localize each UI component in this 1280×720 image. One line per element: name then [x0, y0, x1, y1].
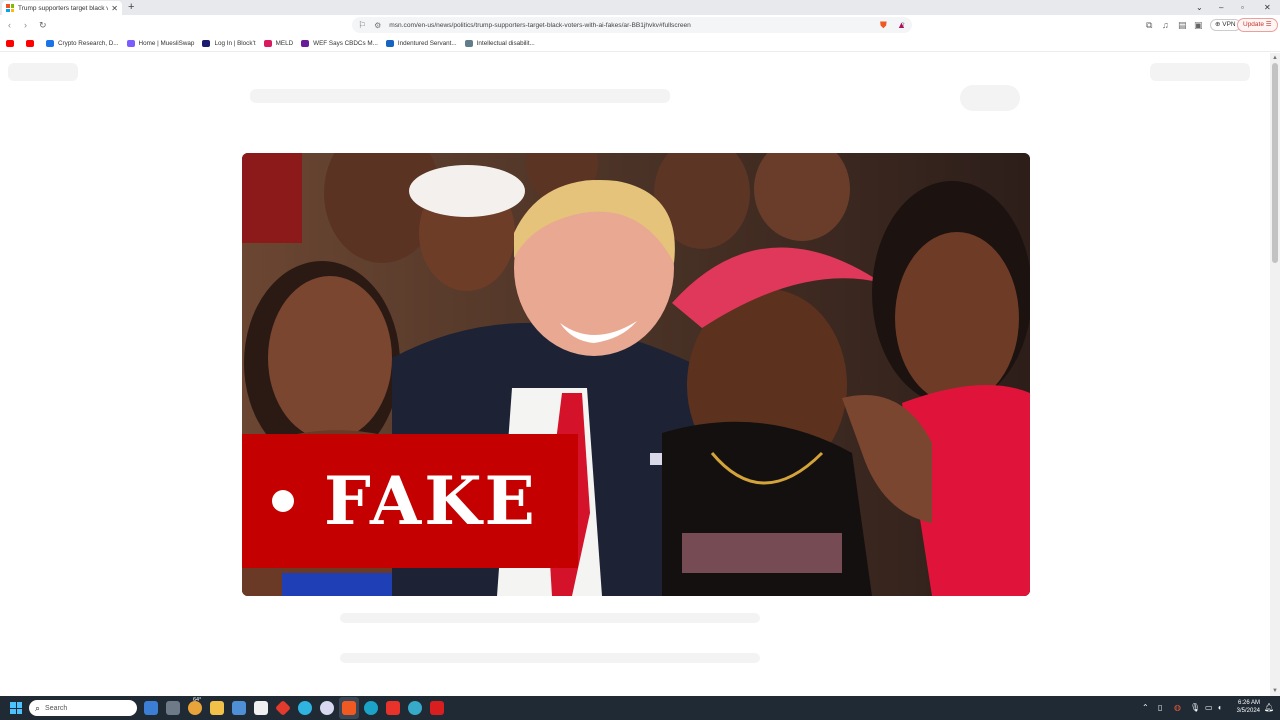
- bookmark-favicon-icon: [385, 39, 394, 47]
- brave-shield-icon[interactable]: ⛊: [880, 19, 887, 31]
- extensions-icon[interactable]: ⧉: [1146, 19, 1152, 31]
- bookmark-item[interactable]: MELD: [263, 39, 294, 47]
- chrome-canary-icon[interactable]: [298, 701, 312, 715]
- bookmark-favicon-icon: [46, 39, 54, 47]
- bookmark-label: Log In | Block’t: [214, 39, 256, 47]
- site-info-icon[interactable]: ⚙: [374, 21, 381, 30]
- store-icon[interactable]: [254, 701, 268, 715]
- tab-search-icon[interactable]: ⌄: [1196, 0, 1203, 15]
- address-bar[interactable]: ⚐ ⚙ msn.com/en-us/news/politics/trump-su…: [352, 17, 912, 33]
- brave-icon[interactable]: [342, 701, 356, 715]
- bookmarks-bar: Crypto Research, D... Home | MuesliSwap Lo…: [0, 35, 1280, 52]
- microphone-icon[interactable]: 🎙︎: [1190, 701, 1200, 715]
- bookmark-item[interactable]: Home | MuesliSwap: [126, 39, 195, 47]
- minimize-icon[interactable]: –: [1219, 0, 1223, 15]
- bookmark-item[interactable]: Intellectual disabilit...: [464, 39, 535, 47]
- tray-overflow-icon[interactable]: ⌃: [1142, 701, 1149, 715]
- bookmark-favicon-icon: [202, 39, 211, 47]
- new-tab-icon[interactable]: +: [128, 0, 134, 14]
- usb-icon[interactable]: ▯: [1158, 701, 1162, 715]
- close-tab-icon[interactable]: ✕: [111, 4, 118, 13]
- brave-beta-icon[interactable]: [386, 701, 400, 715]
- bookmark-label: MELD: [275, 39, 294, 47]
- forward-icon[interactable]: ›: [24, 18, 27, 32]
- back-icon[interactable]: ‹: [8, 18, 11, 32]
- task-view-icon[interactable]: [166, 701, 180, 715]
- bookmark-favicon-icon: [301, 39, 310, 47]
- reload-icon[interactable]: ↻: [39, 18, 47, 32]
- windows-taskbar: ⌕ Search 64° ⌃ ▯ ◍ 🎙︎ ▭ ◖ 6:26 AM 3/5/20…: [0, 696, 1280, 720]
- bullet-dot-icon: [272, 490, 294, 512]
- bookmark-favicon-icon: [263, 39, 272, 47]
- widgets-icon[interactable]: [144, 701, 158, 715]
- edge-dev-icon[interactable]: [408, 701, 422, 715]
- volume-icon[interactable]: ◖: [1217, 701, 1222, 715]
- bookmark-label: WEF Says CBDCs M...: [313, 39, 378, 47]
- bookmark-item[interactable]: [26, 39, 38, 47]
- network-icon[interactable]: ▭: [1205, 701, 1213, 715]
- bookmark-label: Crypto Research, D...: [58, 39, 119, 47]
- tab-title: Trump supporters target black vo: [18, 4, 109, 12]
- bookmark-item[interactable]: Indentured Servant...: [385, 39, 457, 47]
- bookmark-icon[interactable]: ⚐: [358, 20, 366, 31]
- bookmark-favicon-icon: [126, 39, 135, 47]
- browser-toolbar: ‹ › ↻ ⚐ ⚙ msn.com/en-us/news/politics/tr…: [0, 15, 1280, 35]
- ghost-nav: [250, 89, 670, 103]
- bookmark-label: Home | MuesliSwap: [138, 39, 195, 47]
- ghost-caption-2: [340, 653, 760, 663]
- git-icon[interactable]: [275, 700, 291, 716]
- notifications-icon[interactable]: 🔔︎: [1264, 701, 1274, 715]
- windows-logo-icon: [6, 4, 14, 12]
- system-clock[interactable]: 6:26 AM 3/5/2024: [1232, 699, 1260, 715]
- tab-active[interactable]: Trump supporters target black vo ✕: [2, 1, 122, 15]
- itunes-icon[interactable]: [320, 701, 334, 715]
- security-icon[interactable]: ◍: [1174, 701, 1181, 715]
- bookmark-favicon-icon: [26, 39, 34, 47]
- close-window-icon[interactable]: ✕: [1264, 0, 1271, 15]
- fake-label-text: FAKE: [324, 462, 538, 540]
- bookmark-label: Intellectual disabilit...: [476, 39, 535, 47]
- url-text[interactable]: msn.com/en-us/news/politics/trump-suppor…: [389, 22, 899, 29]
- bookmark-favicon-icon: [6, 39, 14, 47]
- scroll-up-icon[interactable]: ▲: [1272, 55, 1278, 61]
- ghost-button: [960, 85, 1020, 111]
- start-button[interactable]: [10, 702, 22, 714]
- media-icon[interactable]: ♫: [1162, 19, 1169, 31]
- brave-rewards-icon[interactable]: ▲: [897, 19, 906, 31]
- clock-time: 6:26 AM: [1237, 700, 1260, 706]
- wallet-icon[interactable]: ▣: [1194, 19, 1203, 31]
- scrollbar-thumb[interactable]: [1272, 63, 1278, 263]
- article-image[interactable]: FAKE: [242, 153, 1030, 596]
- file-explorer-icon[interactable]: [210, 701, 224, 715]
- bookmark-item[interactable]: WEF Says CBDCs M...: [301, 39, 378, 47]
- update-button[interactable]: Update ☰: [1237, 18, 1278, 32]
- vpn-label: VPN: [1222, 21, 1236, 28]
- bookmark-item[interactable]: [6, 39, 18, 47]
- calculator-icon[interactable]: [232, 701, 246, 715]
- search-placeholder: Search: [45, 704, 68, 712]
- restore-icon[interactable]: ▫: [1241, 0, 1244, 15]
- page-content: FAKE: [0, 53, 1270, 696]
- acrobat-icon[interactable]: [430, 701, 444, 715]
- ghost-signin: [1150, 63, 1250, 81]
- bookmark-item[interactable]: Log In | Block’t: [202, 39, 256, 47]
- taskbar-search[interactable]: ⌕ Search: [29, 700, 137, 716]
- edge-icon[interactable]: [364, 701, 378, 715]
- fake-label-banner: FAKE: [242, 434, 578, 568]
- update-label: Update: [1243, 21, 1264, 28]
- sidebar-icon[interactable]: ▤: [1178, 19, 1187, 31]
- scroll-down-icon[interactable]: ▼: [1272, 688, 1278, 694]
- clock-date: 3/5/2024: [1236, 708, 1260, 714]
- weather-icon[interactable]: [188, 701, 202, 715]
- tab-strip: Trump supporters target black vo ✕ + ⌄ –…: [0, 0, 1280, 15]
- search-icon: ⌕: [35, 702, 41, 713]
- ghost-logo: [8, 63, 78, 81]
- bookmark-item[interactable]: Crypto Research, D...: [46, 39, 119, 47]
- bookmark-label: Indentured Servant...: [397, 39, 457, 47]
- page-scrollbar[interactable]: ▲ ▼: [1270, 53, 1280, 696]
- ghost-caption: [340, 613, 760, 623]
- bookmark-favicon-icon: [464, 39, 473, 47]
